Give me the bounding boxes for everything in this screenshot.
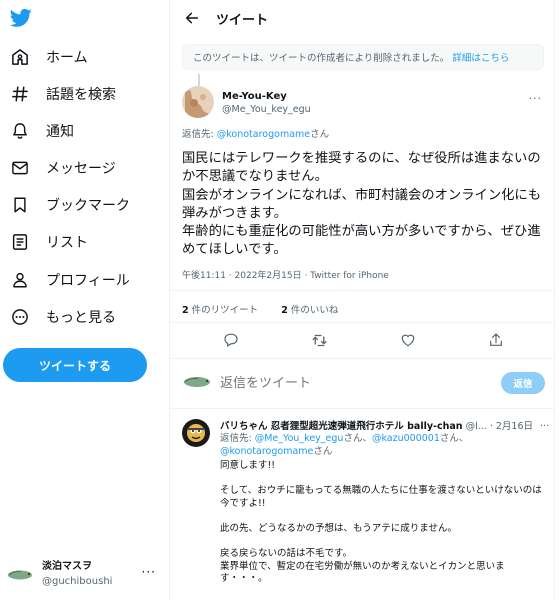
tweet-button[interactable]: ツイートする [3,348,147,382]
reply-author-name[interactable]: バリちゃん 忍者狸型超光速弾道飛行ホテル bally-chan [220,421,463,432]
tweet-actions [170,328,554,352]
more-icon: ··· [141,565,156,579]
home-icon [9,46,31,68]
bell-icon [9,120,31,142]
sidebar-item-label: メッセージ [46,161,116,177]
reply-to-line: 返信先: @Me_You_key_eguさん、@kazu000001さん、@ko… [220,432,546,458]
share-icon[interactable] [486,330,506,350]
reply-paragraph: 同意します!! [220,460,276,471]
sidebar-item-explore[interactable]: 話題を検索 [6,79,156,109]
mention-link[interactable]: @konotarogomame [220,446,313,457]
reply-to-suffix: さん [313,446,333,457]
sidebar-item-notifications[interactable]: 通知 [6,116,156,146]
reply-paragraph: 戻る戻らないの話は不毛です。 業界単位で、暫定の在宅労働が無いのか考えないとイカ… [220,548,505,585]
more-circle-icon [9,306,31,328]
profile-icon [9,269,31,291]
sidebar-item-label: ブックマーク [46,198,130,214]
deleted-tweet-notice: このツイートは、ツイートの作成者により削除されました。 詳細はこちら [182,44,544,70]
divider [170,408,554,409]
tweet-text-line: 国会がオンラインになれば、市町村議会のオンライン化にも弾みがつきます。 [182,187,542,221]
sidebar-item-home[interactable]: ホーム [6,42,156,72]
reply-author-handle[interactable]: @l... [466,421,487,432]
twitter-logo-icon[interactable] [9,8,32,28]
tweet-author-handle[interactable]: @Me_You_key_egu [222,104,311,115]
avatar [6,560,34,588]
sidebar-item-profile[interactable]: プロフィール [6,265,156,295]
reply-icon[interactable] [221,330,241,350]
sidebar: ホーム 話題を検索 通知 メッセージ ブックマーク リスト プロフィール もっと… [0,0,168,600]
reply-to-line: 返信先: @konotarogomameさん [182,126,329,140]
account-handle: @guchiboushi [42,576,113,587]
reply-paragraph: 此の先、どうなるかの予想は、もうアテに成りません。 [220,522,457,534]
retweets-stat[interactable]: 2 件のリツイート [182,305,258,316]
sidebar-item-label: ホーム [46,50,88,66]
tweet-timestamp[interactable]: 午後11:11 · 2022年2月15日 · Twitter for iPhon… [182,268,389,281]
sidebar-item-messages[interactable]: メッセージ [6,153,156,183]
retweet-icon[interactable] [309,330,329,350]
reply-to-prefix: 返信先: [182,129,217,140]
main-column: ツイート このツイートは、ツイートの作成者により削除されました。 詳細はこちら … [169,0,555,600]
divider [170,290,554,291]
likes-count: 2 [281,305,288,316]
likes-stat[interactable]: 2 件のいいね [281,305,338,316]
sidebar-item-label: プロフィール [46,273,130,289]
deleted-notice-text: このツイートは、ツイートの作成者により削除されました。 [193,53,450,64]
back-arrow-icon[interactable] [182,8,202,28]
mention-link[interactable]: @konotarogomame [217,129,310,140]
tweet-text-line: 年齢的にも重症化の可能性が高い方が多いですから、ぜひ進めてほしいです。 [182,224,541,258]
divider [170,322,554,323]
reply-paragraph: そして、おウチに籠もってる無職の人たちに仕事を渡さないといけないのは今ですよ!! [220,485,542,509]
sidebar-item-label: 話題を検索 [46,87,116,103]
mail-icon [9,157,31,179]
list-icon [9,231,31,253]
divider [170,358,554,359]
reply-submit-button[interactable]: 返信 [501,372,545,394]
reply-date[interactable]: · 2月16日 [490,421,533,432]
more-icon[interactable]: ··· [540,421,549,432]
header: ツイート [170,0,554,36]
mention-link[interactable]: @Me_You_key_egu [255,433,344,444]
sidebar-item-bookmarks[interactable]: ブックマーク [6,190,156,220]
retweets-count: 2 [182,305,189,316]
tweet-stats: 2 件のリツイート 2 件のいいね [182,302,338,316]
reply-to-separator: さん、 [343,433,372,444]
account-switcher[interactable]: 淡泊マスヲ @guchiboushi ··· [6,556,162,592]
bookmark-icon [9,194,31,216]
tweet-text-line: 国民にはテレワークを推奨するのに、なぜ役所は進まないのか不思議でなりません。 [182,151,541,185]
sidebar-item-label: もっと見る [46,310,116,326]
tweet-text: 国民にはテレワークを推奨するのに、なぜ役所は進まないのか不思議でなりません。 国… [182,150,546,260]
avatar[interactable] [182,419,210,447]
reply-to-separator: さん、 [439,433,469,444]
page-title: ツイート [216,13,269,28]
sidebar-item-more[interactable]: もっと見る [6,302,156,332]
reply-to-suffix: さん [310,129,330,140]
reply-compose-input[interactable] [220,372,470,394]
reply-text: 同意します!! そして、おウチに籠もってる無職の人たちに仕事を渡さないといけない… [220,460,546,586]
retweets-label: 件のリツイート [188,305,259,316]
avatar [182,372,212,392]
thread-connector [198,74,200,86]
hashtag-icon [9,83,31,105]
tweet-author-name[interactable]: Me-You-Key [222,91,287,102]
reply-header: バリちゃん 忍者狸型超光速弾道飛行ホテル bally-chan @l... · … [220,418,550,432]
sidebar-item-label: リスト [46,235,88,251]
avatar[interactable] [182,86,214,118]
more-icon[interactable]: ··· [529,92,543,105]
like-icon[interactable] [398,330,418,350]
likes-label: 件のいいね [287,305,339,316]
mention-link[interactable]: @kazu000001 [372,433,440,444]
sidebar-item-lists[interactable]: リスト [6,227,156,257]
learn-more-link[interactable]: 詳細はこちら [452,50,509,64]
reply-to-prefix: 返信先: [220,433,255,444]
sidebar-item-label: 通知 [46,124,74,140]
account-display-name: 淡泊マスヲ [42,561,92,572]
